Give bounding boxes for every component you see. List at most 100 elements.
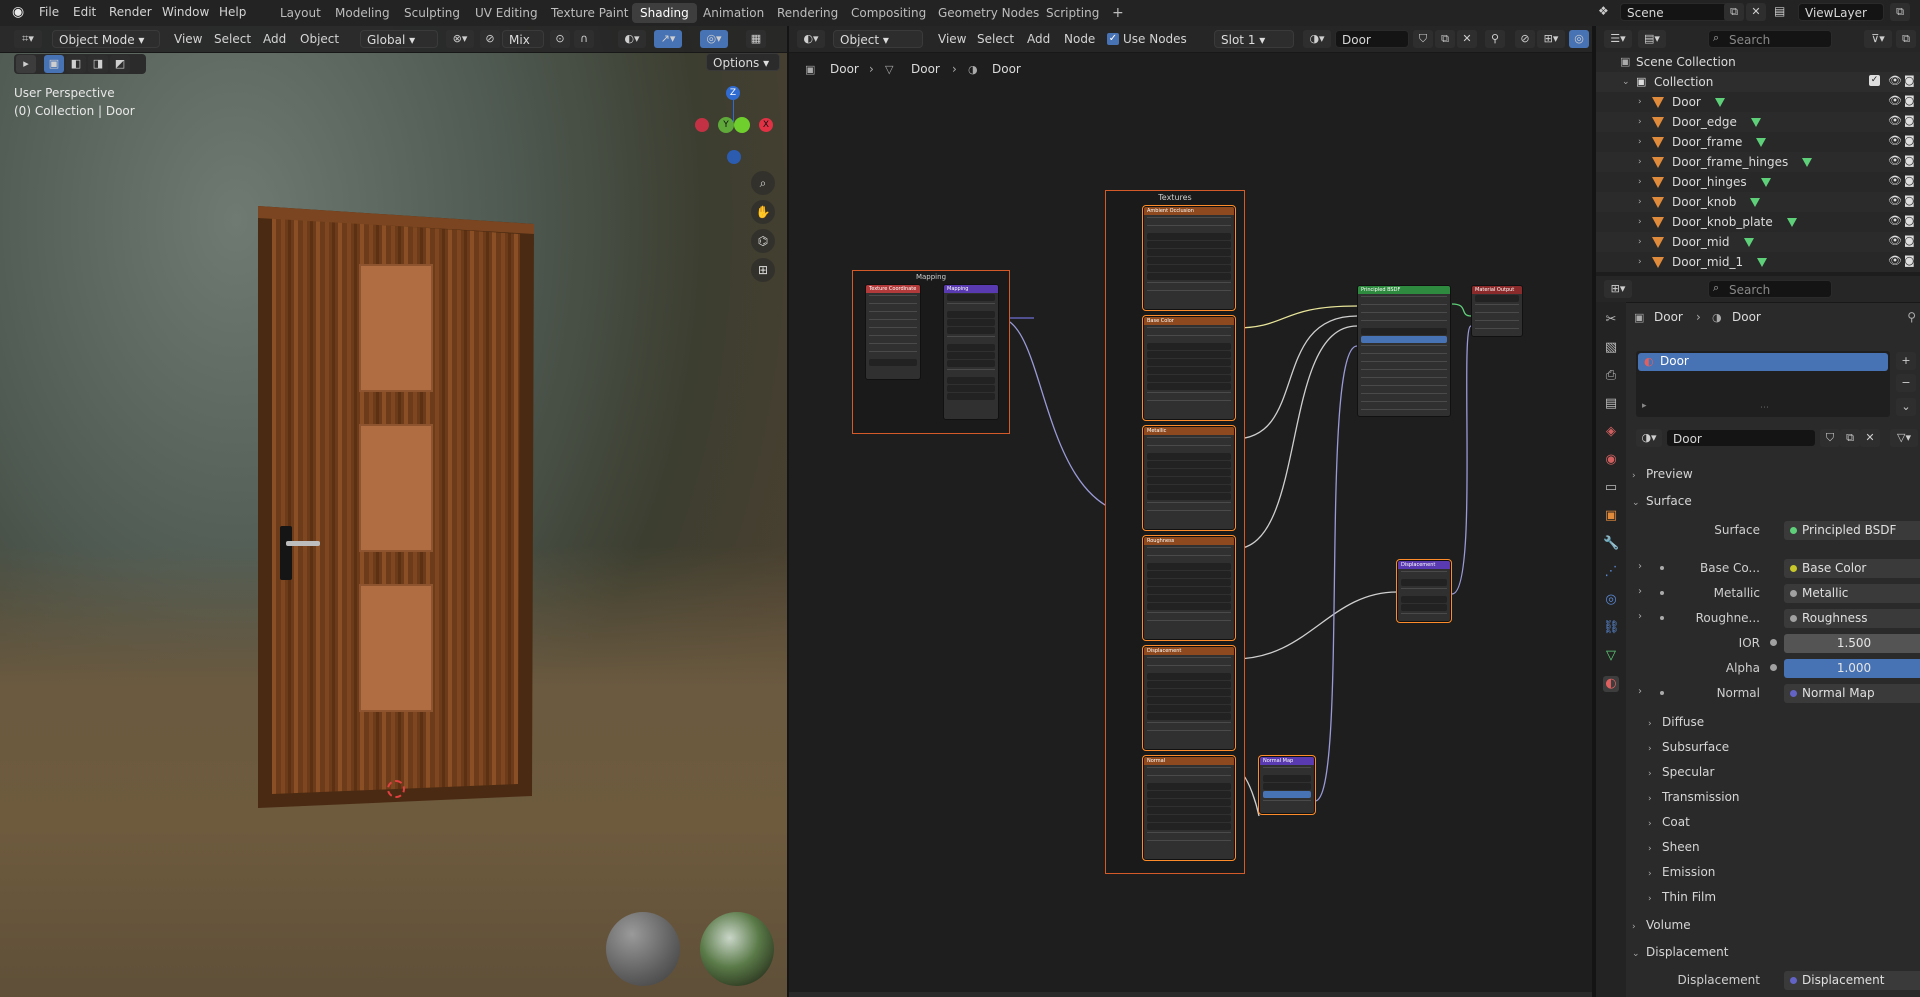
overlay-toggle-icon[interactable]: ◎▾ (700, 30, 728, 48)
chevron-right-icon[interactable]: › (1638, 172, 1642, 192)
outliner-item[interactable]: › Door 👁 ◙ (1596, 92, 1920, 112)
chevron-right-icon[interactable]: › (1638, 252, 1642, 272)
camera-icon[interactable]: ◙ (1904, 115, 1916, 127)
principled-bsdf-node[interactable]: Principled BSDF (1357, 285, 1451, 417)
mapping-node[interactable]: Mapping (943, 284, 999, 420)
remove-slot-icon[interactable]: − (1896, 374, 1916, 392)
props-fake-user-icon[interactable]: ⛉ (1820, 429, 1840, 447)
new-viewlayer-icon[interactable]: ⧉ (1890, 3, 1910, 21)
camera-icon[interactable]: ◙ (1904, 235, 1916, 247)
image-texture-normal-node[interactable]: Normal (1143, 756, 1235, 860)
outliner-item[interactable]: › Door_knob_plate 👁 ◙ (1596, 212, 1920, 232)
material-slot-list[interactable]: ◐ Door ▸ ⋯ (1636, 351, 1890, 417)
snap-icon[interactable]: ⊘ (480, 30, 500, 48)
display-mode-icon[interactable]: ▤▾ (1638, 30, 1666, 48)
options-dropdown[interactable]: Options ▾ (706, 53, 780, 71)
collection-row[interactable]: ⌄ ▣ Collection ✓ 👁 ◙ (1596, 72, 1920, 92)
camera-icon[interactable]: ◙ (1904, 75, 1916, 87)
input-link-field[interactable]: Base Color (1784, 559, 1920, 578)
select-box-subtract-icon[interactable]: ◨ (88, 55, 108, 73)
props-unlink-icon[interactable]: ✕ (1860, 429, 1880, 447)
surface-panel-header[interactable]: ⌄ Surface (1632, 489, 1920, 513)
falloff-icon[interactable]: ∩ (574, 30, 594, 48)
mesh-data-icon[interactable] (1751, 118, 1761, 127)
tool-tab-icon[interactable]: ✂ (1603, 312, 1619, 328)
xray-icon[interactable]: ▦ (746, 30, 766, 48)
mesh-data-icon[interactable] (1802, 158, 1812, 167)
surface-subpanel-header[interactable]: › Coat (1648, 810, 1920, 834)
menu-render[interactable]: Render (109, 5, 152, 19)
chevron-right-icon[interactable]: › (1638, 192, 1642, 212)
texture-coordinate-node[interactable]: Texture Coordinate (865, 284, 921, 380)
link-mode-icon[interactable]: ▽▾ (1890, 429, 1918, 447)
outliner-item[interactable]: › Door_frame 👁 ◙ (1596, 132, 1920, 152)
chevron-right-icon[interactable]: › (1638, 611, 1642, 622)
properties-editor[interactable]: ⊞▾ Search ⌕ ✂ ▧ ⎙ ▤ ◈ ◉ ▭ ▣ 🔧 ⋰ ◎ ⛓ ▽ ◐ … (1596, 276, 1920, 997)
camera-icon[interactable]: ◙ (1904, 175, 1916, 187)
add-workspace-button[interactable]: + (1104, 3, 1132, 23)
surface-subpanel-header[interactable]: › Thin Film (1648, 885, 1920, 909)
tab-modeling[interactable]: Modeling (327, 3, 398, 23)
proportional-edit-icon[interactable]: ⊙ (550, 30, 570, 48)
3d-cursor-icon[interactable] (387, 780, 405, 798)
displacement-panel-header[interactable]: ⌄ Displacement (1632, 940, 1920, 964)
material-tab-icon[interactable]: ◐ (1603, 676, 1619, 692)
eye-icon[interactable]: 👁 (1888, 215, 1902, 227)
eye-icon[interactable]: 👁 (1888, 95, 1902, 107)
constraint-tab-icon[interactable]: ⛓ (1603, 620, 1620, 636)
camera-view-icon[interactable]: ⌬ (751, 229, 775, 253)
y-axis-icon[interactable]: Y (718, 117, 734, 133)
props-duplicate-icon[interactable]: ⧉ (1840, 429, 1860, 447)
camera-icon[interactable]: ◙ (1904, 135, 1916, 147)
eye-icon[interactable]: 👁 (1888, 75, 1902, 87)
outliner-item[interactable]: › Door_hinges 👁 ◙ (1596, 172, 1920, 192)
tab-sculpting[interactable]: Sculpting (396, 3, 468, 23)
eye-icon[interactable]: 👁 (1888, 155, 1902, 167)
props-material-name-field[interactable]: Door (1666, 429, 1816, 447)
surface-subpanel-header[interactable]: › Subsurface (1648, 735, 1920, 759)
mesh-data-icon[interactable] (1744, 238, 1754, 247)
resize-grip-icon[interactable]: ⋯ (1760, 403, 1769, 413)
menu-window[interactable]: Window (162, 5, 209, 19)
pan-hand-icon[interactable]: ✋ (751, 200, 775, 224)
surface-shader-field[interactable]: Principled BSDF (1784, 521, 1920, 540)
chevron-down-icon[interactable]: ⌄ (1622, 72, 1630, 92)
view-layer-tab-icon[interactable]: ▤ (1603, 396, 1619, 412)
mode-dropdown[interactable]: Object Mode ▾ (52, 30, 160, 48)
surface-subpanel-header[interactable]: › Transmission (1648, 785, 1920, 809)
ortho-grid-icon[interactable]: ⊞ (751, 258, 775, 282)
collection-tab-icon[interactable]: ▭ (1603, 480, 1619, 496)
menu-edit[interactable]: Edit (73, 5, 96, 19)
eye-icon[interactable]: 👁 (1888, 255, 1902, 267)
camera-icon[interactable]: ◙ (1904, 155, 1916, 167)
outliner-item[interactable]: › Door_edge 👁 ◙ (1596, 112, 1920, 132)
filter-icon[interactable]: ⊽▾ (1864, 30, 1892, 48)
chevron-right-icon[interactable]: › (1638, 586, 1642, 597)
object-tab-icon[interactable]: ▣ (1603, 508, 1619, 524)
gizmo-toggle-icon[interactable]: ↗▾ (654, 30, 682, 48)
outliner-type-icon[interactable]: ☰▾ (1604, 30, 1632, 48)
new-collection-icon[interactable]: ⧉ (1896, 30, 1916, 48)
output-tab-icon[interactable]: ⎙ (1603, 368, 1619, 384)
chevron-right-icon[interactable]: › (1638, 686, 1642, 697)
mesh-data-icon[interactable] (1715, 98, 1725, 107)
material-slot-item[interactable]: ◐ Door (1638, 353, 1888, 371)
surface-subpanel-header[interactable]: › Diffuse (1648, 710, 1920, 734)
mesh-data-icon[interactable] (1756, 138, 1766, 147)
world-tab-icon[interactable]: ◉ (1603, 452, 1619, 468)
normal-map-node[interactable]: Normal Map (1259, 756, 1315, 814)
slot-menu-icon[interactable]: ⌄ (1896, 398, 1916, 416)
zoom-icon[interactable]: ⌕ (751, 171, 775, 195)
outliner-item[interactable]: › Door_mid 👁 ◙ (1596, 232, 1920, 252)
tab-texture-paint[interactable]: Texture Paint (543, 3, 636, 23)
neg-z-axis-icon[interactable] (727, 150, 741, 164)
tab-scripting[interactable]: Scripting (1038, 3, 1107, 23)
outliner-item[interactable]: › Door_knob 👁 ◙ (1596, 192, 1920, 212)
modifier-tab-icon[interactable]: 🔧 (1603, 536, 1619, 552)
scene-collection-row[interactable]: ▣ Scene Collection (1596, 52, 1920, 72)
tab-shading[interactable]: Shading (632, 3, 697, 23)
chevron-right-icon[interactable]: › (1638, 561, 1642, 572)
outliner-item[interactable]: › Door_mid_1 👁 ◙ (1596, 252, 1920, 272)
mesh-data-icon[interactable] (1757, 258, 1767, 267)
tab-rendering[interactable]: Rendering (769, 3, 846, 23)
